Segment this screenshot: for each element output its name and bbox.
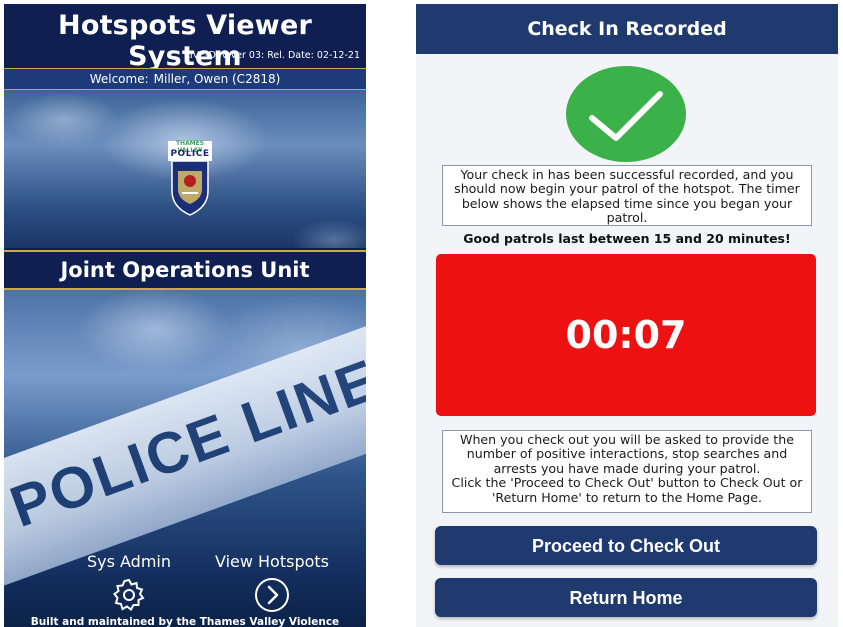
- footer-credit: Built and maintained by the Thames Valle…: [30, 616, 340, 627]
- logo-police-text: POLICE: [170, 149, 210, 159]
- unit-name-bar: Joint Operations Unit: [4, 250, 366, 290]
- welcome-label: Welcome:: [89, 72, 149, 86]
- view-hotspots-button[interactable]: View Hotspots: [210, 552, 334, 613]
- version-info: LIVE-Dev Ver 03: Rel. Date: 02-12-21: [184, 50, 360, 61]
- view-hotspots-label: View Hotspots: [214, 552, 330, 571]
- thames-valley-police-logo: THAMES VALLEY POLICE: [166, 140, 214, 217]
- success-message: Your check in has been successful record…: [442, 165, 812, 226]
- return-home-button[interactable]: Return Home: [435, 578, 817, 617]
- welcome-user: Miller, Owen (C2818): [153, 72, 281, 86]
- elapsed-timer: 00:07: [436, 254, 816, 416]
- checkmark-icon: [566, 66, 686, 162]
- app-header: Hotspots Viewer System LIVE-Dev Ver 03: …: [4, 4, 366, 72]
- sys-admin-label: Sys Admin: [86, 552, 172, 571]
- checkout-info-text: When you check out you will be asked to …: [460, 432, 794, 476]
- chevron-right-circle-icon: [255, 578, 289, 612]
- sys-admin-button[interactable]: Sys Admin: [64, 552, 194, 613]
- app-title: Hotspots Viewer System: [58, 10, 312, 72]
- proceed-to-check-out-button[interactable]: Proceed to Check Out: [435, 526, 817, 565]
- check-in-screen-panel: Check In Recorded Your check in has been…: [416, 4, 838, 627]
- police-car-photo: THAMES VALLEY POLICE: [4, 90, 366, 248]
- checkout-instructions-text: Click the 'Proceed to Check Out' button …: [451, 475, 803, 505]
- patrol-guidance: Good patrols last between 15 and 20 minu…: [463, 231, 791, 246]
- page-title: Check In Recorded: [416, 4, 838, 54]
- welcome-bar: Welcome: Miller, Owen (C2818): [4, 68, 366, 90]
- gear-icon: [113, 578, 145, 611]
- checkout-info: When you check out you will be asked to …: [442, 430, 812, 513]
- home-screen-panel: Hotspots Viewer System LIVE-Dev Ver 03: …: [4, 4, 366, 627]
